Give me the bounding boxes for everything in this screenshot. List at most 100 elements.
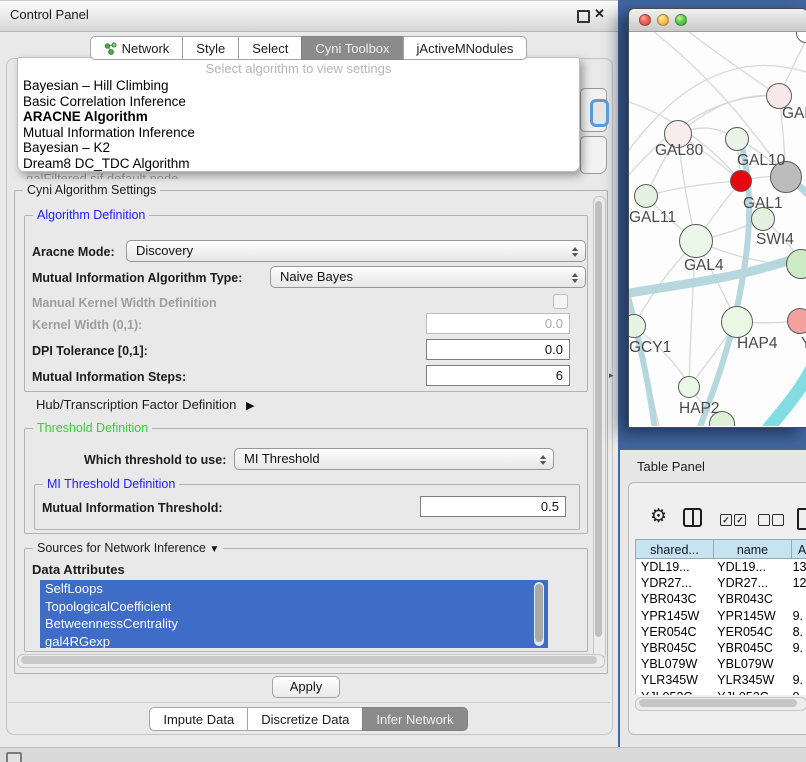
settings-vertical-scrollbar-thumb[interactable] <box>595 201 602 637</box>
mi-steps-field[interactable]: 6 <box>426 365 570 386</box>
settings-vertical-scrollbar[interactable] <box>593 196 606 660</box>
table-horizontal-scrollbar[interactable] <box>635 697 806 711</box>
node-hap2[interactable] <box>678 376 700 398</box>
node-gal11[interactable] <box>634 184 658 208</box>
close-traffic-light-icon[interactable] <box>639 14 651 26</box>
kernel-width-field[interactable]: 0.0 <box>426 313 570 334</box>
float-window-icon[interactable] <box>577 10 590 23</box>
close-icon[interactable]: ✕ <box>594 6 605 22</box>
select-all-checkbox-icon[interactable]: ✓ <box>734 514 746 526</box>
tab-network[interactable]: Network <box>90 36 184 60</box>
combo-stepper-icon <box>572 270 578 286</box>
node-label-gal11: GAL11 <box>629 209 676 227</box>
columns-icon[interactable] <box>683 508 702 527</box>
settings-horizontal-scrollbar-thumb[interactable] <box>21 656 597 664</box>
column-header-shared[interactable]: shared... <box>635 539 714 559</box>
attributes-scrollbar-thumb[interactable] <box>535 584 543 642</box>
table-row[interactable]: YBL079WYBL079W <box>636 656 806 672</box>
node-gal4[interactable] <box>679 224 713 258</box>
algorithm-option-aracne-algorithm[interactable]: ARACNE Algorithm <box>23 109 579 125</box>
network-view-window: GALGAL80GAL10GAL1GAL11SWI4GAL4GCY1HAP4YH… <box>628 8 806 428</box>
apply-button[interactable]: Apply <box>272 676 340 698</box>
table-cell: YDR27... <box>712 575 787 591</box>
attribute-item-betweennesscentrality[interactable]: BetweennessCentrality <box>40 615 548 633</box>
tab-cyni-toolbox[interactable]: Cyni Toolbox <box>301 36 403 60</box>
network-combo-text: galFiltered.sif default node <box>26 171 178 179</box>
node-gal1[interactable] <box>730 170 752 192</box>
table-panel-body: ⚙ ✓ ✓ shared...nameA YDL19...YDL19...13Y… <box>628 482 806 735</box>
tab-style[interactable]: Style <box>182 36 239 60</box>
hub-definition-section[interactable]: Hub/Transcription Factor Definition ▶ <box>36 397 254 412</box>
manual-kernel-width-checkbox[interactable] <box>553 294 568 309</box>
table-row[interactable]: YDR27...YDR27...12 <box>636 575 806 591</box>
expand-right-icon[interactable]: ▶ <box>246 400 254 412</box>
algorithm-dropdown-list: Bayesian – Hill ClimbingBasic Correlatio… <box>18 78 579 172</box>
collapse-down-icon[interactable]: ▼ <box>209 544 219 555</box>
deselect-checkbox-icon[interactable] <box>758 514 770 526</box>
table-row[interactable]: YPR145WYPR145W9. <box>636 608 806 624</box>
gear-icon[interactable]: ⚙ <box>650 507 667 526</box>
table-cell: 9. <box>788 672 806 688</box>
network-window-titlebar[interactable] <box>629 9 806 32</box>
column-header-a[interactable]: A <box>792 539 806 559</box>
mi-threshold-field[interactable]: 0.5 <box>420 496 566 517</box>
aracne-mode-combobox[interactable]: Discovery <box>126 240 586 262</box>
table-row[interactable]: YER054CYER054C8. <box>636 624 806 640</box>
tab-jactivemnodules[interactable]: jActiveMNodules <box>403 36 528 60</box>
aracne-mode-value: Discovery <box>136 243 193 258</box>
attribute-item-gal4rgexp[interactable]: gal4RGexp <box>40 633 548 649</box>
tab-impute-data[interactable]: Impute Data <box>149 707 248 731</box>
node-y[interactable] <box>787 308 806 334</box>
algorithm-option-dream8-dc-tdc-algorithm[interactable]: Dream8 DC_TDC Algorithm <box>23 156 579 172</box>
table-cell: YER054C <box>636 624 712 640</box>
column-header-name[interactable]: name <box>714 539 792 559</box>
tab-discretize-data[interactable]: Discretize Data <box>247 707 363 731</box>
settings-horizontal-scrollbar[interactable] <box>17 654 605 668</box>
application-root: Control Panel ✕ NetworkStyleSelectCyni T… <box>0 0 806 762</box>
data-attributes-list[interactable]: SelfLoopsTopologicalCoefficientBetweenne… <box>40 580 548 648</box>
table-row[interactable]: YDL19...YDL19...13 <box>636 559 806 575</box>
dpi-tolerance-field[interactable]: 0.0 <box>426 339 570 360</box>
node-label-hap2: HAP2 <box>679 400 720 418</box>
table-row[interactable]: YJL052CYJL052C9. <box>636 689 806 696</box>
select-all-checkbox-icon[interactable]: ✓ <box>720 514 732 526</box>
tab-select[interactable]: Select <box>238 36 302 60</box>
table-cell: 12 <box>788 575 806 591</box>
algorithm-option-bayesian-k2[interactable]: Bayesian – K2 <box>23 140 579 156</box>
network-canvas[interactable]: GALGAL80GAL10GAL1GAL11SWI4GAL4GCY1HAP4YH… <box>629 32 806 426</box>
background-combobox-fragment <box>580 136 607 174</box>
minimize-traffic-light-icon[interactable] <box>657 14 669 26</box>
table-row[interactable]: YLR345WYLR345W9. <box>636 672 806 688</box>
node-label-y: Y <box>801 335 806 353</box>
table-horizontal-scrollbar-thumb[interactable] <box>639 699 797 707</box>
tab-infer-network[interactable]: Infer Network <box>362 707 467 731</box>
table-cell: YBR043C <box>636 591 712 607</box>
table-row[interactable]: YBR045CYBR045C9. <box>636 640 806 656</box>
table-cell: 9. <box>788 689 806 696</box>
minimized-panel-icon[interactable] <box>6 752 22 762</box>
deselect-checkbox-icon[interactable] <box>772 514 784 526</box>
algorithm-option-mutual-information-inference[interactable]: Mutual Information Inference <box>23 125 579 141</box>
zoom-traffic-light-icon[interactable] <box>675 14 687 26</box>
node-gal10[interactable] <box>725 127 749 151</box>
which-threshold-combobox[interactable]: MI Threshold <box>234 448 554 470</box>
attributes-scrollbar[interactable] <box>534 582 544 646</box>
table-cell: YPR145W <box>636 608 712 624</box>
algorithm-option-basic-correlation-inference[interactable]: Basic Correlation Inference <box>23 94 579 110</box>
tab-label: Style <box>196 41 225 56</box>
table-cell: YDL19... <box>636 559 712 575</box>
node-label-gal10: GAL10 <box>737 152 785 170</box>
table-row[interactable]: YBR043CYBR043C <box>636 591 806 607</box>
node-hap4[interactable] <box>721 306 753 338</box>
attribute-item-selfloops[interactable]: SelfLoops <box>40 580 548 598</box>
algorithm-dropdown-placeholder: Select algorithm to view settings <box>18 61 579 76</box>
mi-threshold-definition-title: MI Threshold Definition <box>43 477 179 491</box>
combo-stepper-icon <box>572 244 578 260</box>
new-table-icon[interactable] <box>797 508 806 530</box>
mi-algorithm-type-combobox[interactable]: Naive Bayes <box>270 266 586 288</box>
tab-label: Network <box>122 41 170 56</box>
algorithm-option-bayesian-hill-climbing[interactable]: Bayesian – Hill Climbing <box>23 78 579 94</box>
focused-combo-stepper-fragment <box>590 99 609 127</box>
attribute-item-topologicalcoefficient[interactable]: TopologicalCoefficient <box>40 598 548 616</box>
table-cell: 9. <box>788 640 806 656</box>
